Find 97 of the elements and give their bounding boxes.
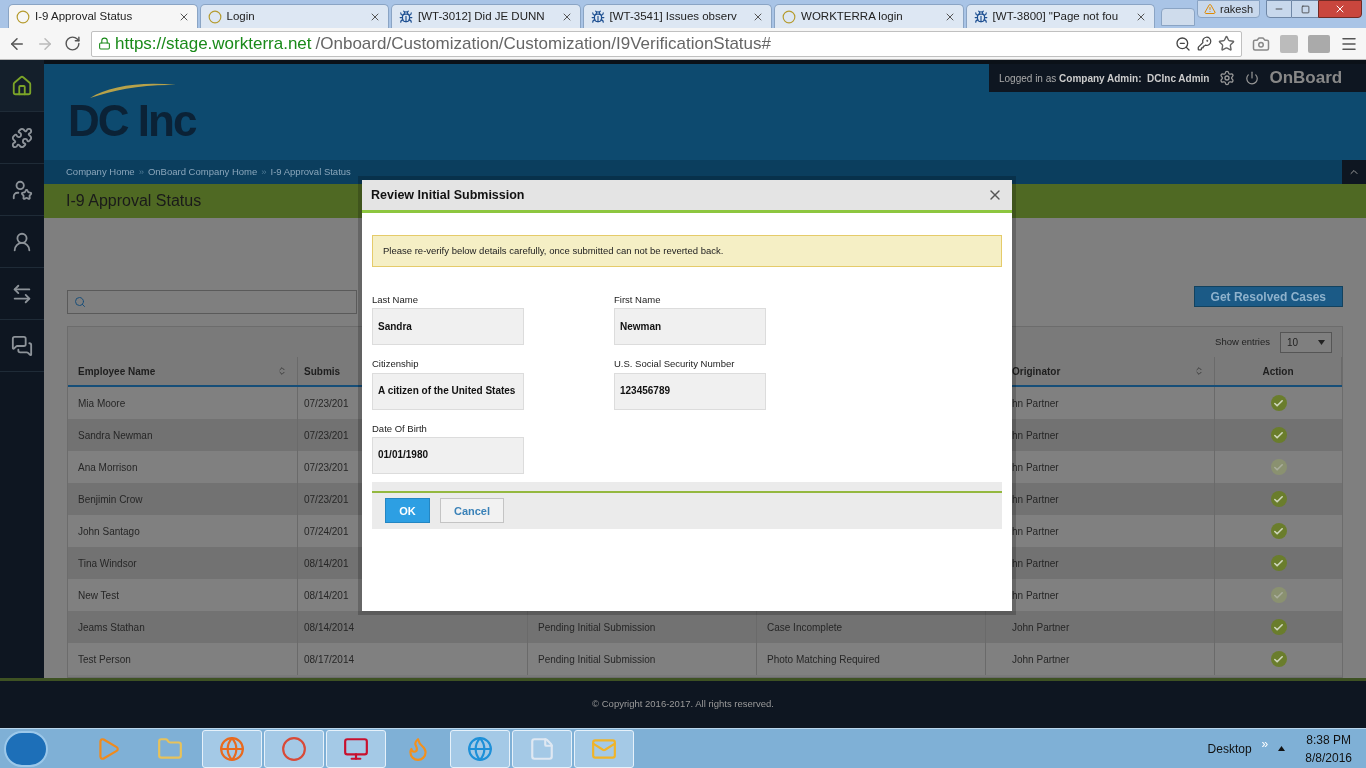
breadcrumb-link[interactable]: I-9 Approval Status (270, 164, 351, 180)
breadcrumb-link[interactable]: OnBoard Company Home (147, 164, 258, 180)
globe-icon (219, 735, 245, 762)
url-host: https://stage.workterra.net (115, 32, 312, 55)
clock-time[interactable]: 8:38 PM (1306, 730, 1351, 749)
chat-icon (11, 334, 33, 357)
site-icon (782, 9, 797, 24)
address-field[interactable]: https://stage.workterra.net /Onboard/Customization/Customization/I9VerificationStatus# (91, 30, 1242, 57)
approve-icon[interactable] (1270, 523, 1287, 539)
copyright-text: © Copyright 2016-2017. All rights reserved. (592, 697, 774, 712)
page-title: I-9 Approval Status (66, 191, 202, 211)
home-icon (11, 74, 33, 97)
field-label: Last Name (372, 293, 419, 307)
site-icon (207, 9, 222, 24)
circle-logo-icon (281, 735, 307, 762)
profile-badge[interactable]: rakesh (1197, 0, 1261, 18)
restore-icon (1300, 4, 1310, 14)
browser-tab[interactable]: WORKTERRA login (774, 4, 964, 28)
table-cell: 08/17/2014 (298, 643, 528, 675)
cancel-button[interactable]: Cancel (440, 498, 504, 524)
approve-icon[interactable] (1270, 555, 1287, 571)
field-label: U.S. Social Security Number (614, 357, 736, 372)
table-cell: John Partner (986, 643, 1215, 675)
start-button[interactable] (4, 730, 48, 767)
key-icon[interactable] (1197, 36, 1212, 51)
search-icon (74, 296, 86, 308)
table-cell: Photo Matching Required (757, 643, 986, 675)
user-icon (11, 230, 33, 253)
search-field[interactable] (67, 290, 357, 314)
folder-icon (157, 735, 183, 762)
profile-name: rakesh (1220, 1, 1254, 17)
url-path: /Onboard/Customization/Customization/I9VerificationStatus# (315, 32, 771, 55)
site-icon (16, 9, 30, 24)
approve-icon[interactable] (1270, 395, 1287, 411)
globe-icon (467, 735, 493, 762)
sort-icon (277, 366, 287, 376)
reload-icon[interactable] (64, 35, 81, 52)
show-entries-label: Show entries (1215, 334, 1270, 349)
table-cell: Test Person (68, 643, 298, 675)
zoom-out-icon[interactable] (1175, 35, 1191, 52)
star-icon[interactable] (1218, 35, 1235, 52)
taskbar-app[interactable] (264, 729, 324, 768)
entries-select[interactable]: 10 (1280, 331, 1332, 353)
approve-icon[interactable] (1270, 619, 1287, 635)
field-label: Citizenship (372, 357, 420, 372)
camera-icon[interactable] (1252, 34, 1270, 53)
browser-tab[interactable]: [WT-3012] Did JE DUNN (391, 4, 581, 28)
browser-tab[interactable]: I-9 Approval Status (8, 4, 198, 28)
browser-tab[interactable]: Login (199, 4, 390, 28)
readonly-field: 01/01/1980 (372, 436, 524, 474)
arrows-icon (11, 282, 33, 305)
readonly-field: A citizen of the United States (372, 372, 524, 410)
browser-tab[interactable]: [WT-3541] Issues observ (582, 4, 773, 28)
approve-icon[interactable] (1270, 427, 1287, 443)
puzzle-icon (11, 126, 33, 149)
taskbar-app[interactable] (450, 729, 510, 768)
power-icon[interactable] (1245, 71, 1260, 85)
column-header: Action (1215, 357, 1342, 385)
readonly-field: 123456789 (614, 372, 766, 410)
monitor-icon (343, 735, 369, 762)
company-logo: DC Inc (68, 98, 196, 144)
breadcrumb-link[interactable]: Company Home (66, 164, 135, 180)
restore-button[interactable] (1292, 0, 1319, 18)
bug-icon (399, 9, 414, 24)
browser-tab[interactable]: [WT-3800] "Page not fou (965, 4, 1156, 28)
get-resolved-cases-button[interactable]: Get Resolved Cases (1193, 286, 1343, 307)
app-name: OnBoard (1269, 67, 1343, 90)
extension-icon[interactable] (1308, 34, 1330, 53)
warning-icon (1204, 3, 1216, 15)
approve-icon[interactable] (1270, 491, 1287, 507)
notepad-icon (529, 735, 555, 762)
clock-date[interactable]: 8/8/2016 (1305, 748, 1352, 767)
field-label: Date Of Birth (372, 421, 428, 436)
approve-icon[interactable] (1270, 651, 1287, 667)
table-cell: Pending Initial Submission (528, 643, 757, 675)
toolbar-label[interactable]: Desktop (1207, 739, 1252, 758)
taskbar-app[interactable] (326, 729, 386, 768)
taskbar-app[interactable] (202, 729, 262, 768)
column-header[interactable]: Employee Name (68, 357, 298, 385)
readonly-field: Newman (614, 308, 766, 346)
bug-icon (973, 9, 988, 24)
tray-caret-icon[interactable] (1278, 746, 1286, 751)
breadcrumb-separator: » (138, 164, 144, 179)
settings-icon[interactable] (1219, 70, 1236, 86)
close-button[interactable] (1318, 0, 1363, 18)
breadcrumb-separator: » (261, 164, 267, 179)
dropdown-caret-icon (1318, 339, 1325, 345)
notice-banner: Please re-verify below details carefully, once submitted can not be reverted back. (372, 235, 1002, 267)
readonly-field: Sandra (372, 308, 524, 346)
dialog-title: Review Initial Submission (371, 186, 525, 204)
lock-icon (98, 37, 111, 50)
login-status: Logged in as Company Admin: DCInc Admin (999, 71, 1210, 86)
user-star-icon (11, 178, 33, 201)
sidebar-item[interactable] (0, 60, 44, 112)
sort-icon (1194, 366, 1204, 376)
bug-icon (590, 9, 605, 24)
field-label: First Name (614, 293, 662, 307)
